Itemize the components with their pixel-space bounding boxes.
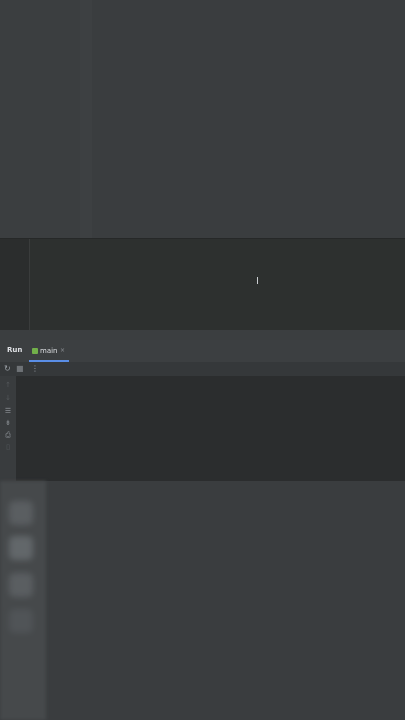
project-panel	[0, 0, 80, 238]
tab-main[interactable]: main ×	[29, 343, 69, 362]
scroll-to-end-icon[interactable]: ⇟	[3, 419, 13, 427]
code-editor[interactable]: I	[0, 238, 405, 331]
lower-area	[0, 481, 405, 720]
run-tool-window-header: Run main ×	[0, 340, 405, 363]
editor-gutter	[0, 239, 30, 331]
panel-separator[interactable]	[0, 330, 405, 340]
up-arrow-icon[interactable]: ↑	[3, 381, 13, 389]
print-icon[interactable]: ⎙	[3, 431, 13, 439]
down-arrow-icon[interactable]: ↓	[3, 394, 13, 402]
blurred-icon	[9, 501, 33, 525]
run-config-icon	[32, 348, 38, 354]
panel-divider[interactable]	[80, 0, 92, 238]
stop-icon[interactable]: ■	[16, 364, 24, 374]
text-cursor-icon: I	[256, 276, 259, 287]
blurred-icon	[9, 609, 33, 633]
tab-main-label: main	[40, 347, 58, 355]
soft-wrap-icon[interactable]: ☰	[3, 407, 13, 415]
more-vertical-icon[interactable]: ⋮	[31, 364, 39, 374]
blurred-icon	[9, 573, 33, 597]
editor-area-top	[0, 0, 405, 238]
run-console-output[interactable]	[16, 376, 405, 481]
blurred-icon	[9, 536, 33, 560]
run-side-toolbar: ↑ ↓ ☰ ⇟ ⎙ ▯	[0, 376, 16, 481]
rerun-icon[interactable]: ↻	[4, 364, 11, 374]
trash-icon[interactable]: ▯	[3, 443, 13, 451]
run-toolbar: ↻ ■ ⋮	[0, 362, 405, 377]
tab-close-icon[interactable]: ×	[60, 347, 65, 354]
blurred-sidebar	[0, 481, 46, 720]
run-title: Run	[7, 346, 23, 354]
